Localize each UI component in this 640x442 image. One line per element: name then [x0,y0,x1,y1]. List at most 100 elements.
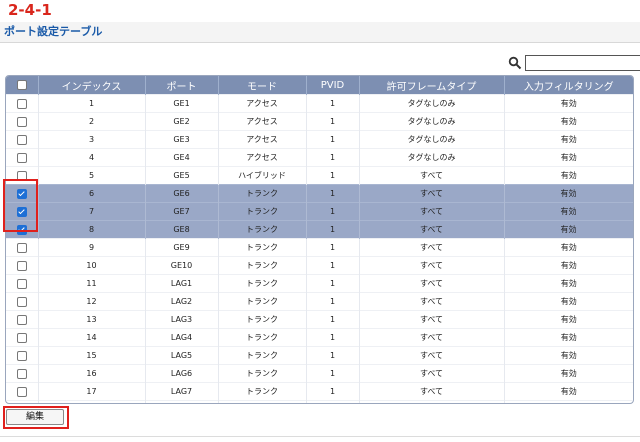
cell-index: 18 [38,400,146,403]
row-checkbox[interactable] [16,314,27,325]
table-row[interactable]: 14 LAG4 トランク 1 すべて 有効 [6,328,633,347]
column-header-frame-type[interactable]: 許可フレームタイプ [359,76,505,95]
step-label: 2-4-1 [8,1,52,19]
row-select-cell [6,94,39,113]
cell-frame-type: タグなしのみ [359,112,505,131]
cell-pvid: 1 [306,148,360,167]
row-checkbox[interactable] [16,278,27,289]
cell-frame-type: すべて [359,310,505,329]
row-checkbox[interactable] [16,368,27,379]
table-row[interactable]: 17 LAG7 トランク 1 すべて 有効 [6,382,633,401]
cell-pvid: 1 [306,256,360,275]
row-checkbox[interactable] [16,170,27,181]
cell-frame-type: すべて [359,220,505,239]
cell-mode: アクセス [218,112,307,131]
row-checkbox[interactable] [16,152,27,163]
row-checkbox[interactable] [16,332,27,343]
cell-frame-type: すべて [359,382,505,401]
row-select-cell [6,382,39,401]
search-icon[interactable] [508,56,522,70]
cell-ingress-filter: 有効 [504,256,633,275]
row-select-cell [6,256,39,275]
table-row[interactable]: 7 GE7 トランク 1 すべて 有効 [6,202,633,221]
cell-ingress-filter: 有効 [504,400,633,403]
cell-ingress-filter: 有効 [504,346,633,365]
cell-ingress-filter: 有効 [504,94,633,113]
table-row[interactable]: 4 GE4 アクセス 1 タグなしのみ 有効 [6,148,633,167]
table-row[interactable]: 12 LAG2 トランク 1 すべて 有効 [6,292,633,311]
cell-index: 15 [38,346,146,365]
cell-port: GE5 [145,166,219,185]
cell-mode: アクセス [218,130,307,149]
cell-frame-type: すべて [359,274,505,293]
page-title: ポート設定テーブル [4,25,103,38]
table-row[interactable]: 18LAG8トランク1すべて有効 [6,400,633,403]
row-checkbox[interactable] [16,386,27,397]
row-select-cell [6,292,39,311]
row-checkbox[interactable] [16,296,27,307]
edit-button[interactable]: 編集 [6,409,64,425]
table-row[interactable]: 9 GE9 トランク 1 すべて 有効 [6,238,633,257]
row-checkbox[interactable] [16,224,27,235]
column-header-ingress-filter[interactable]: 入力フィルタリング [504,76,633,95]
cell-index: 16 [38,364,146,383]
row-checkbox[interactable] [16,116,27,127]
table-row[interactable]: 3 GE3 アクセス 1 タグなしのみ 有効 [6,130,633,149]
row-checkbox[interactable] [16,98,27,109]
cell-ingress-filter: 有効 [504,292,633,311]
row-checkbox[interactable] [16,134,27,145]
table-row[interactable]: 1 GE1 アクセス 1 タグなしのみ 有効 [6,94,633,113]
header-select-all[interactable] [6,76,39,95]
cell-frame-type: すべて [359,184,505,203]
column-header-mode[interactable]: モード [218,76,307,95]
table-row[interactable]: 5 GE5 ハイブリッド 1 すべて 有効 [6,166,633,185]
row-checkbox[interactable] [16,242,27,253]
row-select-cell [6,274,39,293]
table-row[interactable]: 6 GE6 トランク 1 すべて 有効 [6,184,633,203]
column-header-port[interactable]: ポート [145,76,219,95]
table-row[interactable]: 11 LAG1 トランク 1 すべて 有効 [6,274,633,293]
cell-ingress-filter: 有効 [504,202,633,221]
cell-index: 17 [38,382,146,401]
cell-port: LAG7 [145,382,219,401]
cell-index: 11 [38,274,146,293]
cell-port: GE3 [145,130,219,149]
row-select-cell [6,310,39,329]
search-input[interactable] [525,55,640,71]
cell-mode: ハイブリッド [218,166,307,185]
row-checkbox[interactable] [16,350,27,361]
title-bar: ポート設定テーブル [0,22,640,43]
row-checkbox[interactable] [16,206,27,217]
cell-index: 9 [38,238,146,257]
cell-ingress-filter: 有効 [504,130,633,149]
row-checkbox[interactable] [16,260,27,271]
cell-mode: トランク [218,346,307,365]
cell-ingress-filter: 有効 [504,220,633,239]
table-row[interactable]: 8 GE8 トランク 1 すべて 有効 [6,220,633,239]
row-select-cell [6,148,39,167]
cell-mode: トランク [218,328,307,347]
cell-mode: トランク [218,382,307,401]
cell-pvid: 1 [306,310,360,329]
column-header-index[interactable]: インデックス [38,76,146,95]
cell-mode: アクセス [218,94,307,113]
table-row[interactable]: 16 LAG6 トランク 1 すべて 有効 [6,364,633,383]
cell-port: LAG2 [145,292,219,311]
select-all-checkbox[interactable] [16,79,27,90]
cell-pvid: 1 [306,202,360,221]
table-body: 1 GE1 アクセス 1 タグなしのみ 有効 2 GE2 アクセス 1 タグなしのみ 有効 3 GE3 アク… [6,94,633,403]
cell-index: 10 [38,256,146,275]
row-checkbox[interactable] [16,188,27,199]
cell-mode: トランク [218,184,307,203]
row-select-cell [6,364,39,383]
table-row[interactable]: 2 GE2 アクセス 1 タグなしのみ 有効 [6,112,633,131]
table-row[interactable]: 13 LAG3 トランク 1 すべて 有効 [6,310,633,329]
column-header-pvid[interactable]: PVID [306,76,360,95]
cell-ingress-filter: 有効 [504,364,633,383]
cell-frame-type: タグなしのみ [359,148,505,167]
table-row[interactable]: 15 LAG5 トランク 1 すべて 有効 [6,346,633,365]
cell-pvid: 1 [306,382,360,401]
cell-pvid: 1 [306,130,360,149]
cell-mode: トランク [218,310,307,329]
table-row[interactable]: 10 GE10 トランク 1 すべて 有効 [6,256,633,275]
